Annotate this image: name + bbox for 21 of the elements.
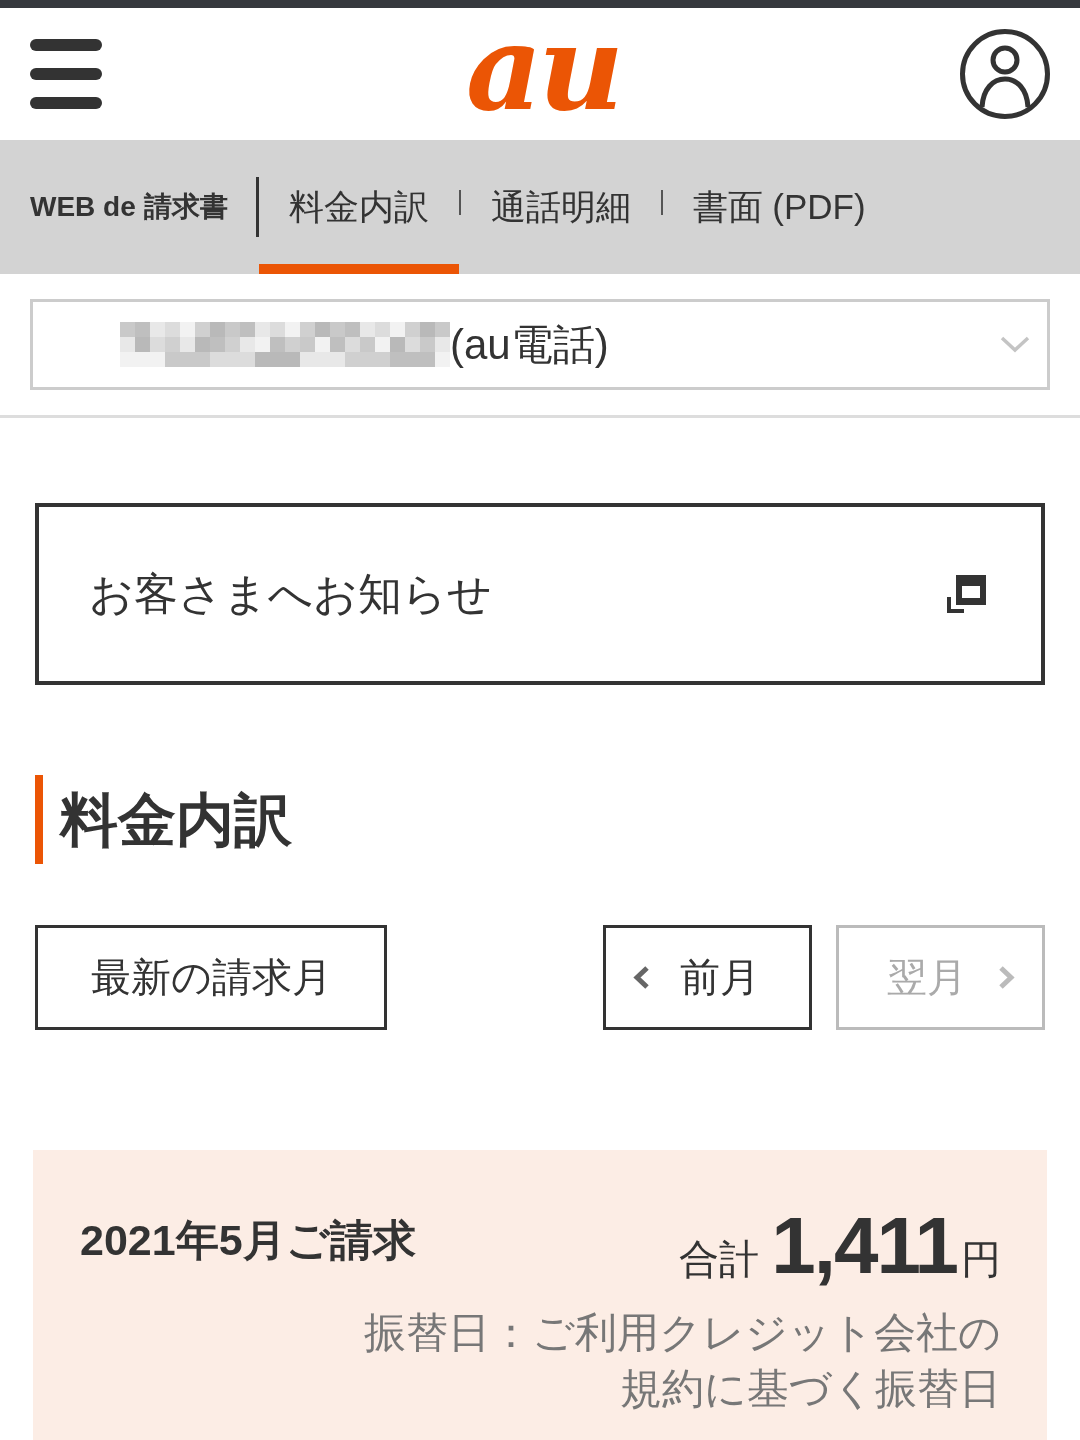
chevron-right-icon xyxy=(997,965,1016,990)
tab[interactable]: 料金内訳 xyxy=(258,140,459,274)
previous-month-button[interactable]: 前月 xyxy=(603,925,812,1030)
notice-link[interactable]: お客さまへお知らせ xyxy=(35,503,1045,685)
section-heading: 料金内訳 xyxy=(35,775,1045,864)
chevron-left-icon xyxy=(632,965,651,990)
latest-month-button[interactable]: 最新の請求月 xyxy=(35,925,387,1030)
logo[interactable]: au xyxy=(465,9,621,127)
total-amount: 1,411 xyxy=(771,1206,957,1286)
new-window-icon xyxy=(947,575,986,613)
currency-unit: 円 xyxy=(961,1236,1001,1283)
chevron-down-icon xyxy=(1000,336,1030,353)
menu-icon[interactable] xyxy=(30,39,102,109)
tab[interactable]: 書面 (PDF) xyxy=(662,140,896,274)
account-icon[interactable] xyxy=(960,29,1050,119)
transfer-date-note: 振替日：ご利用クレジット会社の規約に基づく振替日 xyxy=(363,1308,1001,1414)
tab[interactable]: 通話明細 xyxy=(460,140,661,274)
total-label: 合計 xyxy=(679,1236,760,1283)
line-select[interactable]: (au電話) xyxy=(30,299,1050,390)
billing-month: 2021年5月ご請求 xyxy=(80,1214,416,1266)
page-title: WEB de 請求書 xyxy=(30,190,228,224)
